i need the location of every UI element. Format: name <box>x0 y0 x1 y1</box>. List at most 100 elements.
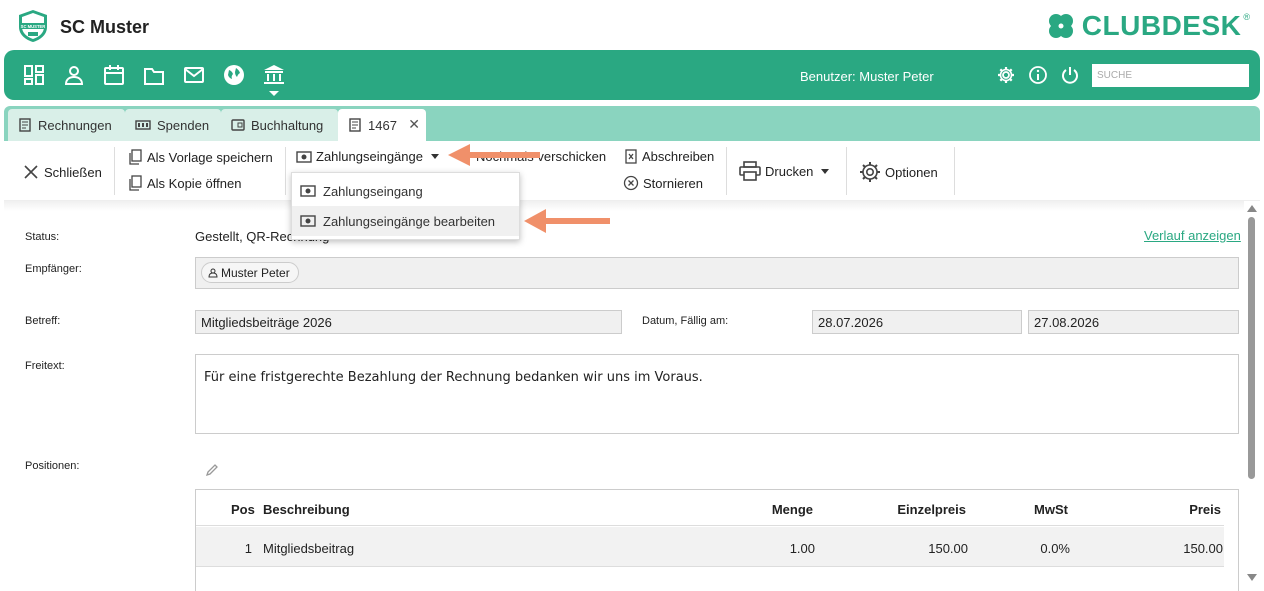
print-label: Drucken <box>765 163 814 179</box>
folder-icon[interactable] <box>143 64 165 86</box>
clover-icon <box>1048 14 1073 38</box>
tab-spenden[interactable]: Spenden <box>125 109 221 141</box>
menu-item-label: Zahlungseingang <box>323 183 423 199</box>
toolbar-separator <box>954 147 955 195</box>
search-input[interactable] <box>1092 64 1249 87</box>
mail-icon[interactable] <box>183 64 205 86</box>
current-user-label: Benutzer: Muster Peter <box>800 69 934 84</box>
table-row[interactable]: 1 Mitgliedsbeitrag 1.00 150.00 0.0% 150.… <box>196 527 1224 567</box>
column-header-price[interactable]: Preis <box>1189 502 1221 517</box>
menu-item-payment[interactable]: Zahlungseingang <box>292 176 519 206</box>
chevron-down-icon <box>430 154 439 159</box>
cancel-invoice-button[interactable]: Stornieren <box>623 175 703 191</box>
gear-icon <box>860 162 880 182</box>
cell-pos: 1 <box>244 541 252 556</box>
scrollbar-thumb[interactable] <box>1248 217 1255 479</box>
tab-label: Buchhaltung <box>251 117 324 133</box>
cell-description: Mitgliedsbeitrag <box>263 541 355 556</box>
freetext-field[interactable]: Für eine fristgerechte Bezahlung der Rec… <box>195 354 1239 434</box>
positions-label: Positionen: <box>25 460 80 472</box>
write-off-icon <box>625 149 637 164</box>
person-icon[interactable] <box>63 64 85 86</box>
dashboard-icon[interactable] <box>23 64 45 86</box>
ledger-icon <box>231 119 245 131</box>
bank-icon[interactable] <box>263 64 285 86</box>
annotation-arrow-icon <box>524 209 610 233</box>
write-off-button[interactable]: Abschreiben <box>624 149 714 164</box>
cash-icon <box>300 185 316 197</box>
power-icon[interactable] <box>1060 65 1080 85</box>
scroll-down-icon[interactable] <box>1247 574 1257 581</box>
copy-icon <box>129 149 142 165</box>
printer-icon <box>739 161 761 181</box>
close-tab-icon[interactable]: ✕ <box>408 116 420 133</box>
cell-unit-price: 150.00 <box>928 541 968 556</box>
recipient-field[interactable] <box>195 257 1239 289</box>
close-icon <box>24 165 38 179</box>
calendar-icon[interactable] <box>103 64 125 86</box>
gear-icon[interactable] <box>996 65 1016 85</box>
column-header-unit-price[interactable]: Einzelpreis <box>897 502 966 517</box>
menu-item-edit-payments[interactable]: Zahlungseingänge bearbeiten <box>292 206 519 236</box>
tab-1467[interactable]: 1467 ✕ <box>338 109 426 141</box>
cash-icon <box>296 150 312 163</box>
cancel-circle-icon <box>623 175 639 191</box>
vertical-scrollbar[interactable] <box>1244 203 1260 591</box>
positions-table: Pos Beschreibung Menge Einzelpreis MwSt … <box>195 489 1239 591</box>
save-as-template-button[interactable]: Als Vorlage speichern <box>127 149 273 165</box>
payments-label: Zahlungseingänge <box>316 149 423 164</box>
clubdesk-logo: CLUBDESK ® <box>1046 10 1250 42</box>
globe-icon[interactable] <box>223 64 245 86</box>
recipient-label: Empfänger: <box>25 263 82 275</box>
tab-label: Rechnungen <box>38 117 112 133</box>
open-as-copy-label: Als Kopie öffnen <box>147 175 242 191</box>
pencil-icon[interactable] <box>205 463 219 477</box>
column-header-quantity[interactable]: Menge <box>772 502 813 517</box>
close-button[interactable]: Schließen <box>22 163 102 181</box>
cancel-invoice-label: Stornieren <box>643 175 703 191</box>
club-logo-text: SC MUSTER <box>21 24 46 29</box>
subject-field[interactable]: Mitgliedsbeiträge 2026 <box>195 310 622 334</box>
options-button[interactable]: Optionen <box>859 161 938 183</box>
cell-vat: 0.0% <box>1040 541 1070 556</box>
date-field[interactable]: 28.07.2026 <box>812 310 1022 334</box>
save-as-template-label: Als Vorlage speichern <box>147 149 273 165</box>
cell-quantity: 1.00 <box>789 541 815 556</box>
toolbar: Schließen Als Vorlage speichern Als Kopi… <box>4 141 1260 201</box>
options-label: Optionen <box>885 164 938 180</box>
tab-label: Spenden <box>157 117 210 133</box>
payments-dropdown-button[interactable]: Zahlungseingänge <box>296 149 439 164</box>
chevron-down-icon <box>821 168 830 174</box>
subject-label: Betreff: <box>25 315 61 327</box>
status-label: Status: <box>25 231 60 243</box>
active-nav-indicator <box>269 91 279 96</box>
toolbar-separator <box>726 147 727 195</box>
tab-rechnungen[interactable]: Rechnungen <box>8 109 125 141</box>
info-icon[interactable] <box>1028 65 1048 85</box>
recipient-name: Muster Peter <box>221 265 290 280</box>
date-label: Datum, Fällig am: <box>642 315 729 327</box>
open-as-copy-button[interactable]: Als Kopie öffnen <box>127 175 241 191</box>
scroll-up-icon[interactable] <box>1247 205 1257 212</box>
tab-buchhaltung[interactable]: Buchhaltung <box>221 109 338 141</box>
cash-icon <box>300 215 316 227</box>
recipient-chip[interactable]: Muster Peter <box>201 262 299 283</box>
club-logo[interactable]: SC MUSTER <box>16 9 50 43</box>
tab-label: 1467 <box>368 117 397 133</box>
copy-icon <box>129 175 142 191</box>
donation-icon <box>135 120 151 130</box>
due-date-field[interactable]: 27.08.2026 <box>1028 310 1239 334</box>
freetext-label: Freitext: <box>25 360 65 372</box>
column-header-description[interactable]: Beschreibung <box>263 502 350 517</box>
main-navbar: Benutzer: Muster Peter <box>4 50 1260 100</box>
history-link[interactable]: Verlauf anzeigen <box>1144 228 1241 243</box>
write-off-label: Abschreiben <box>642 149 715 164</box>
brand-name: CLUBDESK <box>1081 10 1242 41</box>
print-dropdown-button[interactable]: Drucken <box>739 161 830 181</box>
invoice-icon <box>349 118 361 132</box>
column-header-vat[interactable]: MwSt <box>1034 502 1068 517</box>
content-top-shadow <box>4 201 1244 211</box>
brand-registered-mark: ® <box>1243 12 1250 22</box>
person-icon <box>208 268 218 277</box>
column-header-pos[interactable]: Pos <box>231 502 255 517</box>
